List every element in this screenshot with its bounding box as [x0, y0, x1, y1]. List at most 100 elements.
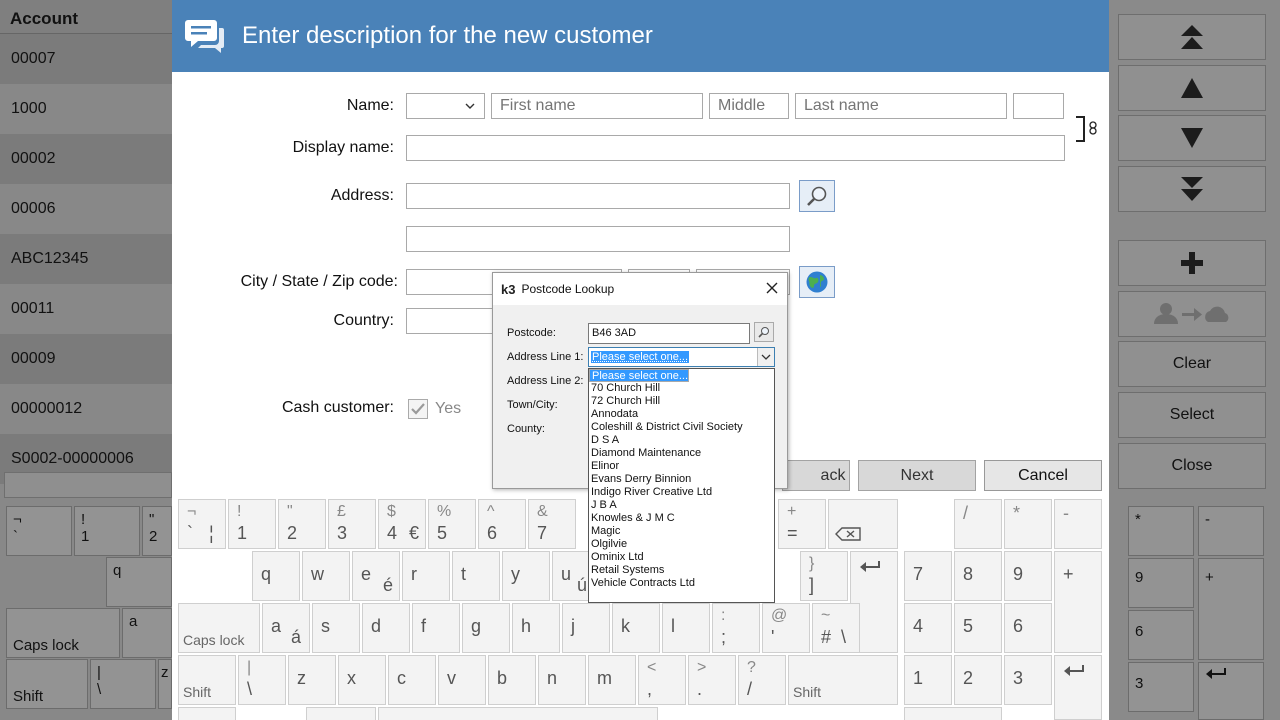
- key[interactable]: c: [388, 655, 436, 705]
- close-icon[interactable]: [765, 279, 779, 300]
- address-option[interactable]: Evans Derry Binnion: [589, 473, 774, 486]
- scroll-down-button[interactable]: [1118, 115, 1266, 161]
- first-name-input[interactable]: [491, 93, 703, 119]
- address-option[interactable]: 70 Church Hill: [589, 382, 774, 395]
- postcode-input[interactable]: B46 3AD: [588, 323, 750, 344]
- key[interactable]: ^ 6: [478, 499, 526, 549]
- address-line-2-input[interactable]: [406, 226, 790, 252]
- numpad-key[interactable]: /: [954, 499, 1002, 549]
- country-select[interactable]: [406, 308, 506, 334]
- postcode-lookup-button[interactable]: [799, 266, 835, 298]
- clear-button[interactable]: Clear: [1118, 341, 1266, 387]
- key[interactable]: + =: [778, 499, 826, 549]
- key[interactable]: & 7: [528, 499, 576, 549]
- account-row[interactable]: 00002: [0, 134, 172, 184]
- address-line-1-input[interactable]: [406, 183, 790, 209]
- key[interactable]: t: [452, 551, 500, 601]
- bg-key[interactable]: ¬ `: [6, 506, 72, 556]
- key[interactable]: <,: [638, 655, 686, 705]
- scroll-top-button[interactable]: [1118, 14, 1266, 60]
- bg-key[interactable]: | \: [90, 659, 156, 709]
- key[interactable]: ! 1: [228, 499, 276, 549]
- address-option[interactable]: Retail Systems: [589, 564, 774, 577]
- address-option[interactable]: J B A: [589, 499, 774, 512]
- address-option[interactable]: Olgilvie: [589, 538, 774, 551]
- suffix-input[interactable]: [1013, 93, 1064, 119]
- address-option[interactable]: 72 Church Hill: [589, 395, 774, 408]
- key[interactable]: m: [588, 655, 636, 705]
- right-shift-key[interactable]: Shift: [788, 655, 898, 705]
- address-line-1-combobox[interactable]: Please select one...: [588, 347, 775, 367]
- address-search-button[interactable]: [799, 180, 835, 212]
- close-button[interactable]: Close: [1118, 443, 1266, 489]
- numpad-enter-key[interactable]: [1054, 655, 1102, 720]
- numpad-key[interactable]: +: [1054, 551, 1102, 653]
- postcode-search-button[interactable]: [754, 322, 774, 342]
- address-option[interactable]: Elinor: [589, 460, 774, 473]
- key[interactable]: @ ': [762, 603, 810, 653]
- account-row[interactable]: 00007: [0, 34, 172, 84]
- numpad-key[interactable]: 7: [904, 551, 952, 601]
- key[interactable]: w: [302, 551, 350, 601]
- numpad-key[interactable]: 6: [1004, 603, 1052, 653]
- select-button[interactable]: Select: [1118, 392, 1266, 438]
- numpad-key[interactable]: 1: [904, 655, 952, 705]
- account-row[interactable]: 1000: [0, 84, 172, 134]
- key[interactable]: eé: [352, 551, 400, 601]
- back-button[interactable]: ack: [782, 460, 850, 491]
- bg-key-star[interactable]: *: [1128, 506, 1194, 556]
- bg-key[interactable]: " 2: [142, 506, 172, 556]
- key[interactable]: | \: [238, 655, 286, 705]
- bg-key-enter[interactable]: [1198, 662, 1264, 720]
- display-name-input[interactable]: [406, 135, 1065, 161]
- account-row[interactable]: 00000012: [0, 384, 172, 434]
- address-option[interactable]: D S A: [589, 434, 774, 447]
- key[interactable]: g: [462, 603, 510, 653]
- key[interactable]: z: [288, 655, 336, 705]
- address-option[interactable]: Diamond Maintenance: [589, 447, 774, 460]
- bg-key-q[interactable]: q: [106, 557, 172, 607]
- left-shift-key[interactable]: Shift: [178, 655, 236, 705]
- numpad-key[interactable]: 2: [954, 655, 1002, 705]
- key[interactable]: v: [438, 655, 486, 705]
- combobox-dropdown-button[interactable]: [757, 348, 774, 366]
- address-option[interactable]: Coleshill & District Civil Society: [589, 421, 774, 434]
- scroll-bottom-button[interactable]: [1118, 166, 1266, 212]
- numpad-key[interactable]: 4: [904, 603, 952, 653]
- next-button[interactable]: Next: [858, 460, 976, 491]
- address-option[interactable]: Vehicle Contracts Ltd: [589, 577, 774, 590]
- key[interactable]: ¬ ` ¦: [178, 499, 226, 549]
- address-option[interactable]: Please select one...: [589, 369, 690, 382]
- key[interactable]: >.: [688, 655, 736, 705]
- bg-key-6[interactable]: 6: [1128, 610, 1194, 660]
- title-select[interactable]: [406, 93, 485, 119]
- address-option[interactable]: Ominix Ltd: [589, 551, 774, 564]
- numpad-key[interactable]: -: [1054, 499, 1102, 549]
- address-option[interactable]: Indigo River Creative Ltd: [589, 486, 774, 499]
- middle-name-input[interactable]: [709, 93, 789, 119]
- key-alt[interactable]: [306, 707, 376, 720]
- key[interactable]: l: [662, 603, 710, 653]
- bg-shift-key[interactable]: Shift: [6, 659, 88, 709]
- numpad-key[interactable]: 5: [954, 603, 1002, 653]
- caps-lock-key[interactable]: Caps lock: [178, 603, 260, 653]
- bg-key-9[interactable]: 9: [1128, 558, 1194, 608]
- address-option[interactable]: Knowles & J M C: [589, 512, 774, 525]
- key[interactable]: s: [312, 603, 360, 653]
- backspace-key[interactable]: [828, 499, 898, 549]
- numpad-key[interactable]: 8: [954, 551, 1002, 601]
- bg-key-z[interactable]: z: [158, 659, 172, 709]
- numpad-key[interactable]: 9: [1004, 551, 1052, 601]
- bg-key-minus[interactable]: -: [1198, 506, 1264, 556]
- key[interactable]: x: [338, 655, 386, 705]
- cancel-button[interactable]: Cancel: [984, 460, 1102, 491]
- bg-key-a[interactable]: a: [122, 608, 172, 658]
- account-row[interactable]: 00011: [0, 284, 172, 334]
- key[interactable]: h: [512, 603, 560, 653]
- key[interactable]: f: [412, 603, 460, 653]
- account-row[interactable]: 00006: [0, 184, 172, 234]
- account-search-input[interactable]: [4, 472, 172, 498]
- key[interactable]: r: [402, 551, 450, 601]
- cash-customer-checkbox[interactable]: [408, 399, 428, 419]
- scroll-up-button[interactable]: [1118, 65, 1266, 111]
